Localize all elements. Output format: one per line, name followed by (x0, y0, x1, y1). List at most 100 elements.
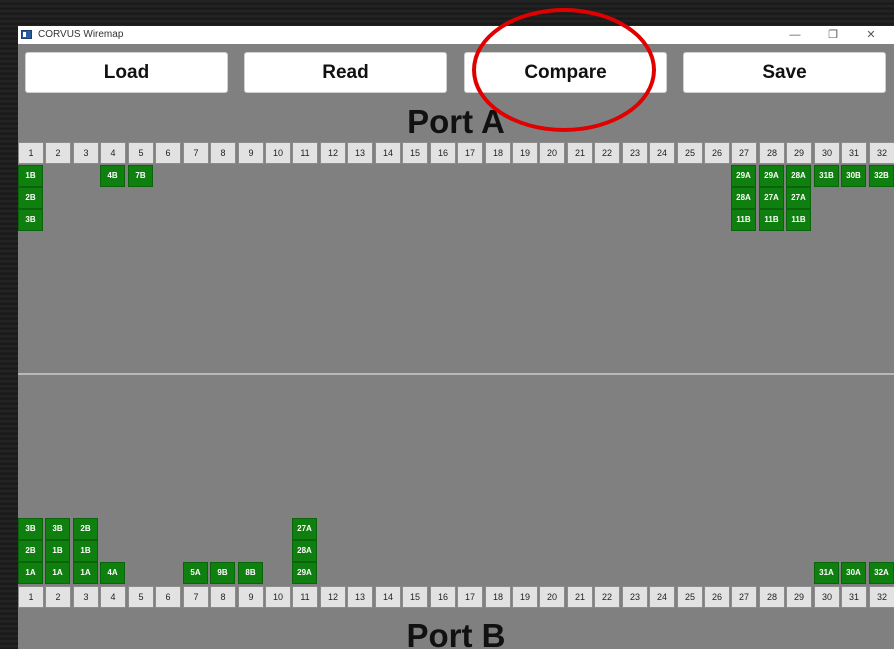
save-button[interactable]: Save (683, 52, 886, 93)
pin-23[interactable]: 23 (622, 586, 648, 608)
pin-22[interactable]: 22 (594, 142, 620, 164)
pin-2[interactable]: 2 (45, 142, 71, 164)
wire-cell[interactable]: 11B (786, 209, 811, 231)
wire-cell[interactable]: 3B (18, 518, 43, 540)
pin-8[interactable]: 8 (210, 586, 236, 608)
wire-cell[interactable]: 29A (292, 562, 317, 584)
pin-8[interactable]: 8 (210, 142, 236, 164)
wire-cell[interactable]: 2B (73, 518, 98, 540)
wire-cell[interactable]: 30A (841, 562, 866, 584)
pin-15[interactable]: 15 (402, 142, 428, 164)
close-icon[interactable]: ✕ (856, 26, 886, 44)
pin-17[interactable]: 17 (457, 586, 483, 608)
wire-cell[interactable]: 30B (841, 165, 866, 187)
pin-25[interactable]: 25 (677, 142, 703, 164)
restore-icon[interactable]: ❐ (818, 26, 848, 44)
pin-6[interactable]: 6 (155, 142, 181, 164)
pin-11[interactable]: 11 (292, 142, 318, 164)
wire-cell[interactable]: 8B (238, 562, 263, 584)
pin-3[interactable]: 3 (73, 142, 99, 164)
pin-30[interactable]: 30 (814, 586, 840, 608)
pin-9[interactable]: 9 (238, 586, 264, 608)
pin-21[interactable]: 21 (567, 142, 593, 164)
pin-16[interactable]: 16 (430, 142, 456, 164)
wire-cell[interactable]: 27A (292, 518, 317, 540)
pin-32[interactable]: 32 (869, 142, 894, 164)
wire-cell[interactable]: 28A (292, 540, 317, 562)
wire-cell[interactable]: 2B (18, 540, 43, 562)
pin-4[interactable]: 4 (100, 586, 126, 608)
wire-cell[interactable]: 27A (786, 187, 811, 209)
wire-cell[interactable]: 7B (128, 165, 153, 187)
wire-cell[interactable]: 31B (814, 165, 839, 187)
wire-cell[interactable]: 28A (786, 165, 811, 187)
minimize-icon[interactable]: — (780, 26, 810, 44)
pin-25[interactable]: 25 (677, 586, 703, 608)
wire-cell[interactable]: 28A (731, 187, 756, 209)
pin-4[interactable]: 4 (100, 142, 126, 164)
pin-10[interactable]: 10 (265, 586, 291, 608)
wire-cell[interactable]: 1A (45, 562, 70, 584)
pin-26[interactable]: 26 (704, 142, 730, 164)
title-bar[interactable]: CORVUS Wiremap — ❐ ✕ (18, 26, 894, 44)
wire-cell[interactable]: 3B (45, 518, 70, 540)
pin-28[interactable]: 28 (759, 586, 785, 608)
pin-19[interactable]: 19 (512, 586, 538, 608)
wire-cell[interactable]: 2B (18, 187, 43, 209)
pin-32[interactable]: 32 (869, 586, 894, 608)
pin-3[interactable]: 3 (73, 586, 99, 608)
wire-cell[interactable]: 1A (73, 562, 98, 584)
pin-12[interactable]: 12 (320, 142, 346, 164)
pin-10[interactable]: 10 (265, 142, 291, 164)
pin-31[interactable]: 31 (841, 586, 867, 608)
wire-cell[interactable]: 3B (18, 209, 43, 231)
pin-24[interactable]: 24 (649, 586, 675, 608)
pin-5[interactable]: 5 (128, 586, 154, 608)
read-button[interactable]: Read (244, 52, 447, 93)
pin-19[interactable]: 19 (512, 142, 538, 164)
wire-cell[interactable]: 32B (869, 165, 894, 187)
pin-1[interactable]: 1 (18, 586, 44, 608)
pin-6[interactable]: 6 (155, 586, 181, 608)
pin-14[interactable]: 14 (375, 586, 401, 608)
pin-29[interactable]: 29 (786, 586, 812, 608)
pin-20[interactable]: 20 (539, 142, 565, 164)
wire-cell[interactable]: 4A (100, 562, 125, 584)
wire-cell[interactable]: 1A (18, 562, 43, 584)
pin-31[interactable]: 31 (841, 142, 867, 164)
pin-24[interactable]: 24 (649, 142, 675, 164)
wire-cell[interactable]: 29A (759, 165, 784, 187)
pin-23[interactable]: 23 (622, 142, 648, 164)
wire-cell[interactable]: 29A (731, 165, 756, 187)
wire-cell[interactable]: 1B (73, 540, 98, 562)
pin-14[interactable]: 14 (375, 142, 401, 164)
pin-26[interactable]: 26 (704, 586, 730, 608)
pin-11[interactable]: 11 (292, 586, 318, 608)
pin-16[interactable]: 16 (430, 586, 456, 608)
pin-5[interactable]: 5 (128, 142, 154, 164)
pin-13[interactable]: 13 (347, 142, 373, 164)
wire-cell[interactable]: 11B (731, 209, 756, 231)
wire-cell[interactable]: 5A (183, 562, 208, 584)
pin-30[interactable]: 30 (814, 142, 840, 164)
pin-2[interactable]: 2 (45, 586, 71, 608)
pin-27[interactable]: 27 (731, 142, 757, 164)
wire-cell[interactable]: 27A (759, 187, 784, 209)
load-button[interactable]: Load (25, 52, 228, 93)
pin-18[interactable]: 18 (485, 586, 511, 608)
pin-1[interactable]: 1 (18, 142, 44, 164)
pin-18[interactable]: 18 (485, 142, 511, 164)
wire-cell[interactable]: 11B (759, 209, 784, 231)
pin-29[interactable]: 29 (786, 142, 812, 164)
pin-13[interactable]: 13 (347, 586, 373, 608)
pin-15[interactable]: 15 (402, 586, 428, 608)
pin-21[interactable]: 21 (567, 586, 593, 608)
pin-9[interactable]: 9 (238, 142, 264, 164)
wire-cell[interactable]: 9B (210, 562, 235, 584)
wire-cell[interactable]: 4B (100, 165, 125, 187)
pin-12[interactable]: 12 (320, 586, 346, 608)
pin-7[interactable]: 7 (183, 142, 209, 164)
pin-28[interactable]: 28 (759, 142, 785, 164)
pin-7[interactable]: 7 (183, 586, 209, 608)
pin-22[interactable]: 22 (594, 586, 620, 608)
